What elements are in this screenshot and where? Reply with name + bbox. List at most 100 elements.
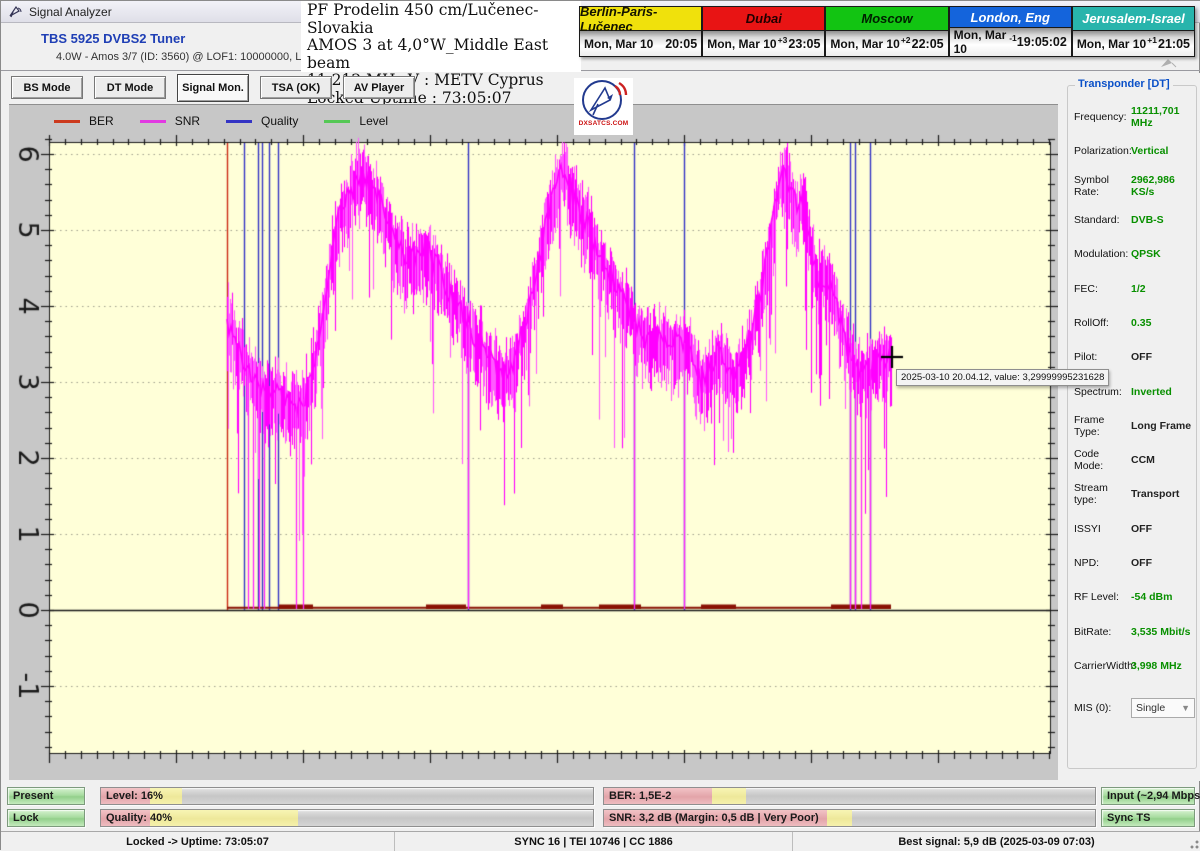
field-value: 2962,986 KS/s xyxy=(1131,174,1196,198)
app-dish-icon xyxy=(8,4,23,19)
clock-date: Mon, Mar 10 xyxy=(584,37,653,51)
clock-time: 19:05:02 xyxy=(1017,35,1067,49)
gauge-label: SNR: 3,2 dB (Margin: 0,5 dB | Very Poor) xyxy=(609,812,819,824)
transponder-row-npd-: NPD:OFF xyxy=(1068,546,1196,580)
indicator-present: Present xyxy=(7,787,85,805)
mis-selected-value: Single xyxy=(1136,702,1165,714)
gauge-fill-yellow-zone xyxy=(827,810,852,826)
clock-city: Moscow xyxy=(826,7,947,31)
field-label: RollOff: xyxy=(1074,317,1131,329)
field-value: 11211,701 MHz xyxy=(1131,105,1196,129)
transponder-title: Transponder [DT] xyxy=(1075,78,1173,90)
transponder-row-issyi: ISSYIOFF xyxy=(1068,512,1196,546)
mis-dropdown[interactable]: Single ▼ xyxy=(1131,698,1195,718)
field-label: Symbol Rate: xyxy=(1074,174,1131,198)
field-value: 1/2 xyxy=(1131,283,1146,295)
tab-signal-mon-[interactable]: Signal Mon. xyxy=(177,74,249,102)
clock-jerusalem-israel: Jerusalem-Israel Mon, Mar 10 +1 21:05 xyxy=(1072,6,1195,57)
transponder-row-fec-: FEC:1/2 xyxy=(1068,271,1196,305)
transponder-row-carrierwidth-: CarrierWidth:3,998 MHz xyxy=(1068,649,1196,683)
field-label: MIS (0): xyxy=(1074,702,1131,714)
clock-moscow: Moscow Mon, Mar 10 +2 22:05 xyxy=(825,6,948,57)
gauge-snr: SNR: 3,2 dB (Margin: 0,5 dB | Very Poor) xyxy=(603,809,1096,827)
satellite-watermark-icon xyxy=(1159,57,1177,69)
transponder-row-code-mode-: Code Mode:CCM xyxy=(1068,443,1196,477)
field-label: Standard: xyxy=(1074,214,1131,226)
transponder-rows: Frequency:11211,701 MHzPolarization:Vert… xyxy=(1068,100,1196,725)
dxsatcs-logo-text: DXSATCS.COM xyxy=(579,120,629,127)
annotation-line-satellite: AMOS 3 at 4,0°W_Middle East beam xyxy=(307,37,575,72)
clock-time: 20:05 xyxy=(665,37,697,51)
field-label: FEC: xyxy=(1074,283,1131,295)
gauge-fill-yellow-zone xyxy=(712,788,746,804)
field-value: Transport xyxy=(1131,488,1179,500)
chart-canvas[interactable] xyxy=(9,105,1058,781)
gauge-level: Level: 16% xyxy=(100,787,594,805)
transponder-row-standard-: Standard:DVB-S xyxy=(1068,203,1196,237)
header-divider xyxy=(1,70,1200,71)
transponder-row-polarization-: Polarization:Vertical xyxy=(1068,134,1196,168)
field-value: CCM xyxy=(1131,454,1155,466)
field-value: 3,998 MHz xyxy=(1131,660,1182,672)
annotation-text-block: PF Prodelin 450 cm/Lučenec-Slovakia AMOS… xyxy=(301,1,581,72)
tuner-name: TBS 5925 DVBS2 Tuner xyxy=(41,31,185,46)
field-label: Stream type: xyxy=(1074,482,1131,506)
resize-grip[interactable] xyxy=(1187,837,1200,850)
tab-av-player[interactable]: AV Player xyxy=(343,76,415,99)
world-clocks: Berlin-Paris-Lučenec Mon, Mar 10 20:05 D… xyxy=(579,6,1195,57)
clock-city: Dubai xyxy=(703,7,824,31)
clock-time: 21:05 xyxy=(1158,37,1190,51)
field-label: RF Level: xyxy=(1074,591,1131,603)
transponder-row-modulation-: Modulation:QPSK xyxy=(1068,237,1196,271)
field-value: DVB-S xyxy=(1131,214,1164,226)
signal-analyzer-window: Signal Analyzer TBS 5925 DVBS2 Tuner 4.0… xyxy=(0,0,1200,850)
bar-label: Lock xyxy=(13,812,39,824)
indicator-lock: Lock xyxy=(7,809,85,827)
field-label: Spectrum: xyxy=(1074,386,1131,398)
signal-status-bars: PresentLevel: 16%BER: 1,5E-2Input (~2,94… xyxy=(1,785,1200,831)
transponder-sidebar: Transponder [DT] Frequency:11211,701 MHz… xyxy=(1063,73,1200,781)
field-label: Frequency: xyxy=(1074,111,1131,123)
gauge-label: Level: 16% xyxy=(106,790,163,802)
signal-chart-panel: BERSNRQualityLevel 2025-03-10 20.04.12, … xyxy=(9,104,1058,780)
clock-utc-offset: -1 xyxy=(1009,33,1017,43)
clock-date: Mon, Mar 10 xyxy=(954,28,1010,56)
clock-time: 22:05 xyxy=(912,37,944,51)
tab-tsa-ok-[interactable]: TSA (OK) xyxy=(260,76,332,99)
status-section-2: Best signal: 5,9 dB (2025-03-09 07:03) xyxy=(793,832,1200,851)
transponder-row-rolloff-: RollOff:0.35 xyxy=(1068,306,1196,340)
gauge-quality: Quality: 40% xyxy=(100,809,594,827)
dxsatcs-logo: DXSATCS.COM xyxy=(574,78,633,135)
dxsatcs-dish-icon xyxy=(579,78,629,122)
field-label: BitRate: xyxy=(1074,626,1131,638)
field-value: -54 dBm xyxy=(1131,591,1172,603)
clock-city: London, Eng xyxy=(950,7,1071,28)
gauge-ber: BER: 1,5E-2 xyxy=(603,787,1096,805)
field-label: Frame Type: xyxy=(1074,414,1131,438)
field-value: 0.35 xyxy=(1131,317,1151,329)
transponder-row-frame-type-: Frame Type:Long Frame xyxy=(1068,409,1196,443)
transponder-groupbox: Transponder [DT] Frequency:11211,701 MHz… xyxy=(1067,85,1197,769)
clock-london-eng: London, Eng Mon, Mar 10 -1 19:05:02 xyxy=(949,6,1072,57)
mode-tabs: BS Mode DT Mode Signal Mon. TSA (OK) AV Play… xyxy=(11,76,415,102)
tab-dt-mode[interactable]: DT Mode xyxy=(94,76,166,99)
status-section-0: Locked -> Uptime: 73:05:07 xyxy=(1,832,395,851)
transponder-row-rf-level-: RF Level:-54 dBm xyxy=(1068,580,1196,614)
field-value: 3,535 Mbit/s xyxy=(1131,626,1191,638)
field-label: Modulation: xyxy=(1074,248,1131,260)
chart-tooltip: 2025-03-10 20.04.12, value: 3,2999999523… xyxy=(896,369,1109,386)
chevron-down-icon: ▼ xyxy=(1181,703,1190,713)
transponder-row-symbol-rate-: Symbol Rate:2962,986 KS/s xyxy=(1068,169,1196,203)
transponder-row-frequency-: Frequency:11211,701 MHz xyxy=(1068,100,1196,134)
clock-date: Mon, Mar 10 xyxy=(830,37,899,51)
field-label: CarrierWidth: xyxy=(1074,660,1131,672)
indicator-sync-ts: Sync TS xyxy=(1101,809,1195,827)
tab-bs-mode[interactable]: BS Mode xyxy=(11,76,83,99)
clock-date: Mon, Mar 10 xyxy=(707,37,776,51)
statusbar: Locked -> Uptime: 73:05:07SYNC 16 | TEI … xyxy=(1,831,1200,851)
clock-city: Jerusalem-Israel xyxy=(1073,7,1194,31)
clock-dubai: Dubai Mon, Mar 10 +3 23:05 xyxy=(702,6,825,57)
field-label: Code Mode: xyxy=(1074,448,1131,472)
clock-utc-offset: +3 xyxy=(778,35,788,45)
clock-date: Mon, Mar 10 xyxy=(1077,37,1146,51)
